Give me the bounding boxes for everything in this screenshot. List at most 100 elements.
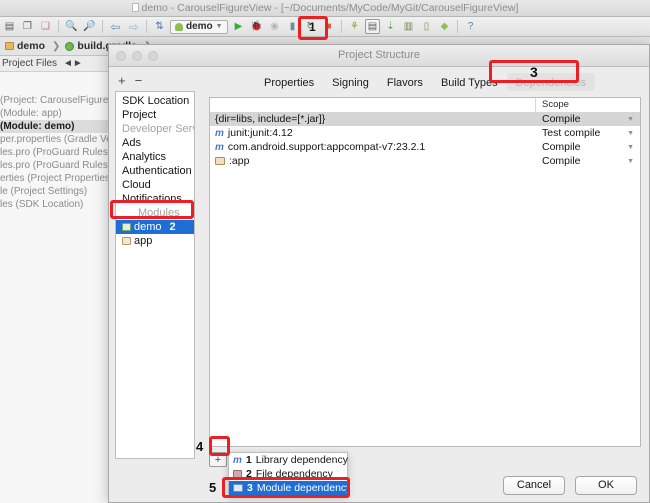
tree-row[interactable]: per.properties (Gradle Ver <box>0 133 109 146</box>
add-module-button[interactable]: + <box>118 74 126 87</box>
module-tabs[interactable]: Properties Signing Flavors Build Types D… <box>201 73 649 91</box>
dependency-name: {dir=libs, include=[*.jar]} <box>215 113 326 125</box>
sidebar-item-authentication[interactable]: Authentication <box>116 164 194 178</box>
sidebar-item-sdk-location[interactable]: SDK Location <box>116 94 194 108</box>
annotation-number-4: 4 <box>196 439 204 454</box>
settings-nav-list[interactable]: SDK Location Project Developer Services … <box>115 91 195 459</box>
tab-build-types[interactable]: Build Types <box>432 73 507 91</box>
find-icon[interactable]: 🔍 <box>64 19 79 34</box>
sidebar-header-modules: Modules <box>116 206 194 220</box>
dependency-name-cell: m junit:junit:4.12 <box>210 127 536 139</box>
nav-label: Project <box>122 109 157 121</box>
tab-label: Build Types <box>440 76 498 89</box>
ide-window-title-text: demo - CarouselFigureView - [~/Documents… <box>141 2 519 14</box>
dependencies-table[interactable]: Scope {dir=libs, include=[*.jar]} Compil… <box>209 97 641 447</box>
dialog-titlebar: Project Structure <box>109 45 649 67</box>
avd-manager-icon[interactable]: ⚘ <box>347 19 362 34</box>
menu-item-library-dependency[interactable]: m 1 Library dependency <box>229 453 348 467</box>
table-header: Scope <box>210 98 640 112</box>
sidebar-item-analytics[interactable]: Analytics <box>116 150 194 164</box>
table-row[interactable]: m com.android.support:appcompat-v7:23.2.… <box>210 140 640 154</box>
menu-item-module-dependency[interactable]: 3 Module dependency <box>229 481 351 495</box>
sidebar-item-module-demo[interactable]: demo 2 <box>116 220 194 234</box>
cancel-button[interactable]: Cancel <box>503 475 565 495</box>
help-icon[interactable]: ? <box>463 19 478 34</box>
collapse-icon[interactable]: ◄► <box>63 58 83 69</box>
breadcrumb-separator-icon: ❯ <box>52 40 61 52</box>
debug-icon[interactable]: 🐞 <box>249 19 264 34</box>
tab-flavors[interactable]: Flavors <box>378 73 432 91</box>
ide-window-title: demo - CarouselFigureView - [~/Documents… <box>0 2 650 14</box>
find-replace-icon[interactable]: 🔎 <box>82 19 97 34</box>
forward-icon[interactable]: ⇨ <box>126 19 141 34</box>
remove-module-button[interactable]: − <box>135 74 143 87</box>
jar-icon <box>233 470 242 478</box>
open-icon[interactable]: ▤ <box>2 19 17 34</box>
run-icon[interactable]: ▶ <box>231 19 246 34</box>
nav-label: Authentication <box>122 165 192 177</box>
coverage-icon[interactable]: ◉ <box>267 19 282 34</box>
maven-icon: m <box>233 454 242 466</box>
chevron-down-icon[interactable]: ▼ <box>627 144 634 151</box>
dependency-scope[interactable]: Test compile ▼ <box>536 127 640 139</box>
sidebar-item-project[interactable]: Project <box>116 108 194 122</box>
sidebar-item-notifications[interactable]: Notifications <box>116 192 194 206</box>
tree-row[interactable]: les (SDK Location) <box>0 198 109 211</box>
table-row[interactable]: {dir=libs, include=[*.jar]} Compile ▼ <box>210 112 640 126</box>
nav-label: Notifications <box>122 193 182 205</box>
module-icon <box>122 223 131 231</box>
copy-icon[interactable]: ❐ <box>20 19 35 34</box>
menu-item-label: Library dependency <box>255 454 348 466</box>
run-configuration-selector[interactable]: demo ▼ <box>170 19 228 34</box>
sidebar-item-cloud[interactable]: Cloud <box>116 178 194 192</box>
table-row[interactable]: :app Compile ▼ <box>210 154 640 168</box>
back-icon[interactable]: ⇦ <box>108 19 123 34</box>
sidebar-item-ads[interactable]: Ads <box>116 136 194 150</box>
sidebar-item-module-app[interactable]: app <box>116 234 194 248</box>
chevron-down-icon[interactable]: ▼ <box>627 130 634 137</box>
chevron-down-icon[interactable]: ▼ <box>627 116 634 123</box>
dependency-scope[interactable]: Compile ▼ <box>536 141 640 153</box>
breadcrumb-item-demo[interactable]: demo <box>2 39 50 53</box>
tree-row[interactable]: les.pro (ProGuard Rules for <box>0 159 109 172</box>
annotation-number-5: 5 <box>209 480 217 495</box>
document-icon <box>131 3 139 12</box>
tab-properties[interactable]: Properties <box>255 73 323 91</box>
ide-toolbar[interactable]: ▤ ❐ ❏ 🔍 🔎 ⇦ ⇨ ⇅ demo ▼ ▶ 🐞 ◉ ▮ ↻ ■ ⚘ ▤ ⇣… <box>0 17 650 37</box>
tab-label: Signing <box>332 76 369 89</box>
nav-label: Developer Services <box>122 123 194 135</box>
add-dependency-button[interactable]: + <box>209 452 227 467</box>
paste-icon[interactable]: ❏ <box>38 19 53 34</box>
project-files-tree[interactable]: (Project: CarouselFigureVie (Module: app… <box>0 72 110 503</box>
project-panel-label: Project Files <box>2 58 58 69</box>
stop-icon[interactable]: ■ <box>321 19 336 34</box>
tree-row[interactable]: le (Project Settings) <box>0 185 109 198</box>
menu-item-file-dependency[interactable]: 2 File dependency <box>229 467 347 481</box>
project-structure-dialog: Project Structure + − SDK Location Proje… <box>108 44 650 503</box>
add-dependency-menu[interactable]: m 1 Library dependency 2 File dependency… <box>228 452 351 496</box>
nav-label: Analytics <box>122 151 167 163</box>
tree-row[interactable]: (Project: CarouselFigureVie <box>0 94 109 107</box>
tab-dependencies[interactable]: Dependencies <box>506 73 595 91</box>
tab-signing[interactable]: Signing <box>323 73 378 91</box>
layout-inspector-icon[interactable]: ▥ <box>401 19 416 34</box>
dependency-scope[interactable]: Compile ▼ <box>536 155 640 167</box>
chevron-down-icon[interactable]: ▼ <box>627 158 634 165</box>
left-pane-toolbar[interactable]: + − <box>115 72 195 88</box>
sync-project-icon[interactable]: ⇅ <box>152 19 167 34</box>
tree-row-selected[interactable]: (Module: demo) <box>0 120 109 133</box>
tree-row[interactable]: erties (Project Properties) <box>0 172 109 185</box>
dependency-scope[interactable]: Compile ▼ <box>536 113 640 125</box>
android-sdk-icon[interactable]: ◆ <box>437 19 452 34</box>
table-row[interactable]: m junit:junit:4.12 Test compile ▼ <box>210 126 640 140</box>
attach-debugger-icon[interactable]: ▮ <box>285 19 300 34</box>
device-monitor-icon[interactable]: ⇣ <box>383 19 398 34</box>
tree-row[interactable]: les.pro (ProGuard Rules for <box>0 146 109 159</box>
dialog-footer: Cancel OK <box>109 468 649 502</box>
tree-row[interactable]: (Module: app) <box>0 107 109 120</box>
dialog-title: Project Structure <box>338 49 420 61</box>
ok-button[interactable]: OK <box>575 475 637 495</box>
toolbar-separator <box>457 20 458 33</box>
device-icon[interactable]: ▯ <box>419 19 434 34</box>
sdk-manager-icon[interactable]: ▤ <box>365 19 380 34</box>
